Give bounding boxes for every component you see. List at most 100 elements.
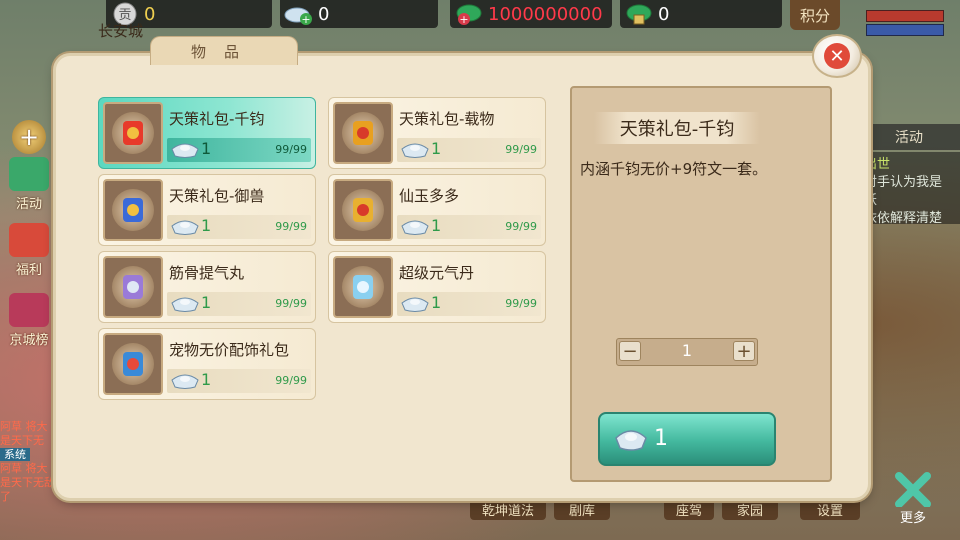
quantity-minus-button[interactable]: − bbox=[619, 341, 641, 362]
more-label: 更多 bbox=[899, 511, 926, 526]
chat-line: 是天下无敌了 bbox=[0, 476, 55, 503]
tab-items[interactable]: 物品 bbox=[150, 36, 298, 65]
item-tile[interactable]: 天策礼包-千钧 1 99/99 bbox=[98, 97, 316, 169]
activity-icon bbox=[9, 157, 49, 191]
item-price: 1 bbox=[431, 216, 442, 235]
item-icon-frame bbox=[333, 102, 393, 164]
svg-text:+: + bbox=[301, 13, 310, 26]
quantity-stepper: − 1 + bbox=[616, 338, 758, 366]
activity-text-top: 出世 bbox=[864, 157, 891, 172]
item-stock: 99/99 bbox=[275, 297, 307, 310]
item-name: 天策礼包-载物 bbox=[399, 110, 495, 128]
item-stock: 99/99 bbox=[505, 143, 537, 156]
lock-coin-icon bbox=[624, 1, 654, 27]
ingot-icon bbox=[171, 220, 199, 235]
item-price: 1 bbox=[201, 370, 212, 389]
bound-ingot-counter: + 0 bbox=[280, 0, 438, 28]
close-icon: ✕ bbox=[824, 43, 850, 69]
side-activity-label: 活动 bbox=[15, 197, 42, 212]
mp-bar bbox=[866, 24, 944, 36]
item-price: 1 bbox=[201, 216, 212, 235]
item-name: 超级元气丹 bbox=[399, 264, 475, 282]
chat-box[interactable]: 阿草 将大 是天下无 系统 阿草 将大 是天下无敌了 bbox=[0, 420, 60, 530]
item-price-row: 1 99/99 bbox=[167, 138, 311, 162]
close-button[interactable]: ✕ bbox=[812, 34, 862, 78]
item-tile[interactable]: 宠物无价配饰礼包 1 99/99 bbox=[98, 328, 316, 400]
bottom-menu-settings[interactable]: 设置 bbox=[800, 498, 860, 520]
item-stock: 99/99 bbox=[505, 220, 537, 233]
ingot-icon bbox=[401, 297, 429, 312]
cross-swords-icon bbox=[895, 472, 931, 507]
side-ranking-label: 京城榜 bbox=[9, 333, 49, 348]
ingot-icon bbox=[401, 220, 429, 235]
more-button[interactable]: 更多 bbox=[886, 470, 940, 526]
buy-button[interactable]: 1 bbox=[598, 412, 776, 466]
crystal-orb-icon bbox=[342, 266, 384, 308]
activity-tab[interactable]: 活动 bbox=[858, 124, 960, 150]
quantity-plus-button[interactable]: + bbox=[733, 341, 755, 362]
ranking-icon bbox=[9, 293, 49, 327]
gift-box-icon bbox=[9, 223, 49, 257]
detail-description: 内涵千钧无价+9符文一套。 bbox=[580, 160, 768, 178]
bottom-menu-home[interactable]: 家园 bbox=[722, 498, 778, 520]
item-name: 天策礼包-御兽 bbox=[169, 187, 265, 205]
gift-pack-gold-icon bbox=[342, 112, 384, 154]
item-tile[interactable]: 仙玉多多 1 99/99 bbox=[328, 174, 546, 246]
purple-pill-icon bbox=[112, 266, 154, 308]
jade-bag-icon bbox=[342, 189, 384, 231]
pet-gift-icon bbox=[112, 343, 154, 385]
gift-pack-blue-icon bbox=[112, 189, 154, 231]
buy-price: 1 bbox=[654, 426, 668, 451]
item-price-row: 1 99/99 bbox=[167, 215, 311, 239]
side-add-button[interactable]: + bbox=[0, 100, 58, 156]
item-tile[interactable]: 天策礼包-载物 1 99/99 bbox=[328, 97, 546, 169]
side-ranking-button[interactable]: 京城榜 bbox=[0, 292, 58, 348]
item-stock: 99/99 bbox=[275, 220, 307, 233]
points-button[interactable]: 积分 bbox=[790, 0, 840, 30]
item-price: 1 bbox=[201, 293, 212, 312]
chat-system-tag: 系统 bbox=[0, 448, 30, 461]
quantity-value: 1 bbox=[681, 341, 693, 360]
gold-counter: + 1000000000 bbox=[450, 0, 612, 28]
city-label: 长安城 bbox=[98, 22, 144, 40]
bottom-menu-mount[interactable]: 座驾 bbox=[664, 498, 714, 520]
activity-text-line: 对手认为我是妖 bbox=[864, 175, 943, 208]
activity-text-line: 依依解释清楚 bbox=[864, 211, 943, 226]
side-activity-button[interactable]: 活动 bbox=[0, 156, 58, 212]
chat-line: 是天下无 bbox=[0, 434, 44, 447]
item-price-row: 1 99/99 bbox=[397, 138, 541, 162]
item-tile[interactable]: 筋骨提气丸 1 99/99 bbox=[98, 251, 316, 323]
item-price: 1 bbox=[431, 139, 442, 158]
item-price: 1 bbox=[201, 139, 212, 158]
chat-line: 阿草 将大 bbox=[0, 462, 48, 475]
item-price: 1 bbox=[431, 293, 442, 312]
prestige-value: 0 bbox=[144, 3, 156, 25]
ingot-add-icon[interactable]: + bbox=[284, 1, 314, 27]
item-stock: 99/99 bbox=[275, 374, 307, 387]
item-icon-frame bbox=[333, 256, 393, 318]
side-welfare-button[interactable]: 福利 bbox=[0, 222, 58, 278]
item-tile[interactable]: 天策礼包-御兽 1 99/99 bbox=[98, 174, 316, 246]
ingot-icon bbox=[171, 143, 199, 158]
hp-bar bbox=[866, 10, 944, 22]
plus-icon: + bbox=[12, 120, 46, 154]
top-currency-bar: 贡 0 + 0 + 1000000000 0 积分 bbox=[0, 0, 960, 36]
ingot-icon bbox=[615, 430, 647, 451]
item-icon-frame bbox=[333, 179, 393, 241]
ingot-icon bbox=[171, 297, 199, 312]
item-name: 仙玉多多 bbox=[399, 187, 460, 205]
bottom-menu-juku[interactable]: 剧库 bbox=[554, 498, 610, 520]
bottom-menu-daofa[interactable]: 乾坤道法 bbox=[470, 498, 546, 520]
item-stock: 99/99 bbox=[505, 297, 537, 310]
gold-add-icon[interactable]: + bbox=[454, 1, 484, 27]
item-icon-frame bbox=[103, 102, 163, 164]
item-price-row: 1 99/99 bbox=[397, 292, 541, 316]
gold-value: 1000000000 bbox=[488, 3, 603, 25]
gift-pack-red-icon bbox=[112, 112, 154, 154]
item-name: 天策礼包-千钧 bbox=[169, 110, 265, 128]
item-icon-frame bbox=[103, 333, 163, 395]
chat-line: 阿草 将大 bbox=[0, 420, 48, 433]
item-name: 筋骨提气丸 bbox=[169, 264, 245, 282]
item-tile[interactable]: 超级元气丹 1 99/99 bbox=[328, 251, 546, 323]
ingot-icon bbox=[171, 374, 199, 389]
